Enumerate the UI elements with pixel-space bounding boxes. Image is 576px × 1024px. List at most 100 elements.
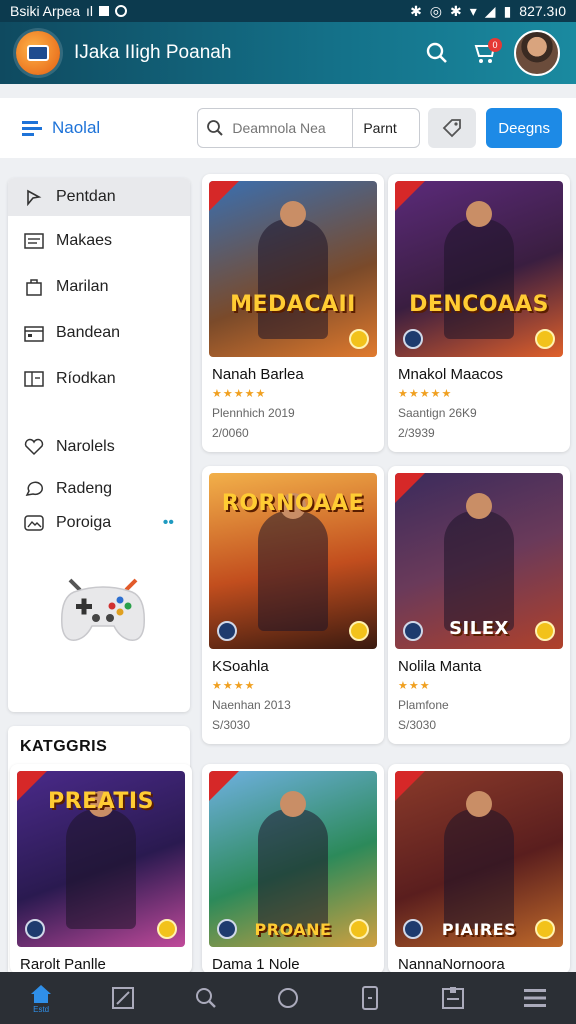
game-card[interactable]: SILEX Nolila Manta ★★★ Plamfone S/3030 (388, 466, 570, 744)
search-box: Parnt (197, 108, 421, 148)
notification-square-icon (99, 6, 110, 16)
game-card[interactable]: PROANE Dama 1 Nole (202, 764, 384, 974)
heart-icon (24, 437, 44, 457)
sidebar-item-1[interactable]: Makaes (8, 218, 190, 264)
favorite-badge-icon[interactable] (349, 621, 369, 641)
cart-button[interactable]: 0 (464, 32, 506, 74)
game-meta: Plamfone (398, 698, 449, 712)
cover-title: DENCOAAS (409, 292, 549, 317)
sidebar-item-6[interactable]: Radeng (8, 470, 190, 508)
menu-icon (523, 989, 546, 1007)
sidebar-item-label: Marilan (56, 278, 109, 295)
avatar[interactable] (514, 30, 560, 76)
edit-icon (112, 987, 135, 1009)
nav-edit[interactable] (103, 978, 143, 1018)
platform-badge-icon (403, 329, 423, 349)
favorite-badge-icon[interactable] (535, 621, 555, 641)
notification-badge: 0 (488, 38, 502, 52)
nav-menu[interactable] (515, 978, 555, 1018)
grid-icon (24, 369, 44, 389)
platform-badge-icon (403, 621, 423, 641)
game-cover-art: DENCOAAS (395, 181, 563, 357)
more-dots-icon[interactable]: •• (163, 514, 174, 532)
favorite-badge-icon[interactable] (535, 329, 555, 349)
nav-home[interactable]: Estd (21, 978, 61, 1018)
rating-stars-icon: ★★★ (398, 680, 431, 692)
sidebar-item-4[interactable]: Ríodkan (8, 356, 190, 402)
list-icon (24, 231, 44, 251)
sidebar-item-label: Radeng (56, 480, 113, 497)
home-icon (31, 984, 52, 1003)
game-card[interactable]: RORNOAAE KSoahla ★★★★ Naenhan 2013 S/303… (202, 466, 384, 744)
nav-search[interactable] (186, 978, 226, 1018)
signal-icon: ıl (86, 3, 94, 19)
nav-circle[interactable] (268, 978, 308, 1018)
hot-ribbon (395, 181, 425, 211)
cover-title: RORNOAAE (221, 491, 365, 516)
favorite-badge-icon[interactable] (535, 919, 555, 939)
nav-library[interactable] (433, 978, 473, 1018)
search-button[interactable] (416, 32, 458, 74)
search-submit-button[interactable]: Parnt (352, 109, 406, 147)
app-bar: IJaka IIigh Poanah 0 (0, 22, 576, 84)
game-card[interactable]: PREATIS Rarolt Panlle (10, 764, 192, 974)
battery-icon: ▮ (503, 2, 512, 19)
wifi-icon: ▾ (469, 2, 477, 19)
nav-home-label: Estd (33, 1004, 50, 1014)
status-bar: Bsiki Arpea ıl ✱ ◎ ✱ ▾ ◢ ▮ 827.3ı0 (0, 0, 576, 22)
game-title: NannaNornoora (398, 956, 505, 973)
rating-stars-icon: ★★★★ (212, 680, 256, 692)
carrier-label: Bsiki Arpea (10, 3, 81, 19)
game-title: Dama 1 Nole (212, 956, 300, 973)
game-meta: Saantign 26K9 (398, 406, 477, 420)
hot-ribbon (209, 181, 239, 211)
search-icon (207, 120, 224, 136)
nav-toggle[interactable]: Naolal (22, 118, 197, 138)
sidebar-item-7[interactable]: Poroiga •• (8, 508, 190, 538)
sidebar-item-3[interactable]: Bandean (8, 310, 190, 356)
game-title: Mnakol Maacos (398, 366, 504, 383)
rating-stars-icon: ★★★★★ (398, 388, 453, 400)
game-cover-art: RORNOAAE (209, 473, 377, 649)
game-title: Rarolt Panlle (20, 956, 106, 973)
game-cover-art: MEDACAII (209, 181, 377, 357)
vibrate-icon: ✱ (450, 2, 462, 19)
game-meta: Naenhan 2013 (212, 698, 291, 712)
game-cover-art: PIAIRES (395, 771, 563, 947)
search-icon (195, 988, 216, 1008)
sidebar-item-2[interactable]: Marilan (8, 264, 190, 310)
nav-phone[interactable] (350, 978, 390, 1018)
favorite-badge-icon[interactable] (349, 329, 369, 349)
favorite-badge-icon[interactable] (349, 919, 369, 939)
app-logo[interactable] (16, 31, 60, 75)
favorite-badge-icon[interactable] (157, 919, 177, 939)
rating-stars-icon: ★★★★★ (212, 388, 267, 400)
game-cover-art: SILEX (395, 473, 563, 649)
tag-button[interactable] (428, 108, 477, 148)
search-input[interactable] (232, 120, 353, 136)
game-meta-secondary: S/3030 (212, 718, 251, 732)
calendar-icon (24, 323, 44, 343)
gamepad-icon (58, 568, 148, 663)
app-title: IJaka IIigh Poanah (74, 42, 232, 63)
library-icon (441, 987, 464, 1009)
cover-title: MEDACAII (230, 292, 356, 317)
primary-action-button[interactable]: Deegns (486, 108, 562, 148)
game-card[interactable]: MEDACAII Nanah Barlea ★★★★★ Plennhich 20… (202, 174, 384, 452)
sidebar-item-0[interactable]: Pentdan (8, 178, 190, 216)
game-meta-secondary: 2/3939 (398, 426, 435, 440)
dnd-icon: ◎ (429, 2, 443, 19)
phone-icon (362, 986, 379, 1010)
chat-icon (24, 479, 44, 499)
game-title: Nolila Manta (398, 658, 482, 675)
hot-ribbon (395, 473, 425, 503)
game-card[interactable]: PIAIRES NannaNornoora (388, 764, 570, 974)
game-title: KSoahla (212, 658, 269, 675)
sidebar-item-label: Narolels (56, 438, 115, 455)
game-card[interactable]: DENCOAAS Mnakol Maacos ★★★★★ Saantign 26… (388, 174, 570, 452)
sidebar-item-label: Ríodkan (56, 370, 116, 387)
hot-ribbon (209, 771, 239, 801)
cell-signal-icon: ◢ (484, 2, 496, 19)
categories-title: KATGGRIS (20, 738, 108, 755)
sidebar-item-5[interactable]: Narolels (8, 424, 190, 470)
